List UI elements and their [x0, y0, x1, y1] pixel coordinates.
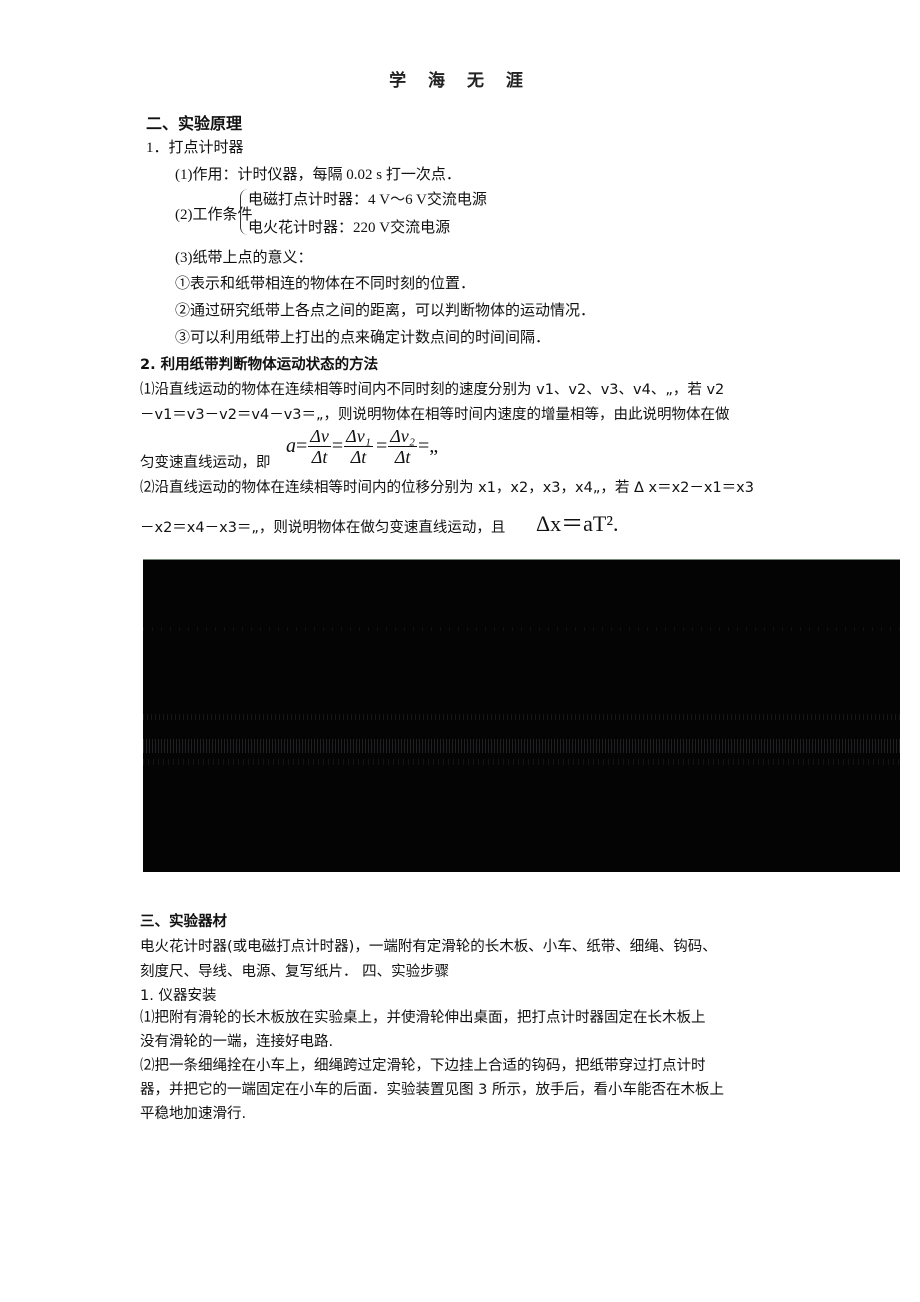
- subheading-installation: 1. 仪器安装: [140, 988, 217, 1004]
- section-heading-equipment: 三、实验器材: [140, 914, 227, 930]
- condition-item: 电火花计时器：220 V交流电源: [248, 220, 451, 236]
- subheading-timer: 1．打点计时器: [146, 140, 244, 156]
- image-noise-band: [143, 759, 900, 765]
- fraction-numerator: Δv: [308, 426, 331, 447]
- condition-item: 电磁打点计时器：4 V～6 V交流电源: [248, 192, 487, 208]
- subheading-method: 2. 利用纸带判断物体运动状态的方法: [140, 357, 379, 373]
- image-noise-band: [143, 627, 900, 631]
- acceleration-formula: a= Δv Δt = Δv₁ Δt = Δv₂ Δt =„: [286, 426, 438, 467]
- equals-sign: =: [375, 435, 388, 457]
- paragraph-line: －v1＝v3－v2＝v4－v3＝„，则说明物体在相等时间内速度的增量相等，由此说…: [140, 407, 730, 423]
- fraction: Δv₂ Δt: [388, 426, 418, 467]
- formula-tail: =„: [418, 435, 439, 457]
- tape-meaning-item: ②通过研究纸带上各点之间的距离，可以判断物体的运动情况．: [175, 303, 596, 319]
- fraction: Δv₁ Δt: [344, 426, 373, 467]
- paragraph-line: ⑵沿直线运动的物体在连续相等时间内的位移分别为 x1，x2，x3，x4„，若 Δ…: [140, 480, 754, 496]
- fraction-numerator: Δv₁: [344, 426, 373, 447]
- fraction-denominator: Δt: [394, 447, 411, 467]
- paragraph-line: ⑴沿直线运动的物体在连续相等时间内不同时刻的速度分别为 v1、v2、v3、v4、…: [140, 382, 725, 398]
- fraction-denominator: Δt: [311, 447, 328, 467]
- fraction: Δv Δt: [308, 426, 331, 467]
- paragraph-line: －x2＝x4－x3＝„，则说明物体在做匀变速直线运动，且: [140, 520, 506, 536]
- embedded-figure-image: [143, 559, 900, 872]
- fraction-denominator: Δt: [350, 447, 367, 467]
- equals-sign: =: [296, 435, 308, 457]
- section-heading-principle: 二、实验原理: [146, 116, 243, 133]
- equals-sign: =: [331, 435, 344, 457]
- displacement-formula: Δx＝aT².: [536, 511, 619, 536]
- image-noise-band: [143, 739, 900, 753]
- tape-meaning-item: ①表示和纸带相连的物体在不同时刻的位置．: [175, 276, 476, 292]
- paragraph-line: 电火花计时器(或电磁打点计时器)，一端附有定滑轮的长木板、小车、纸带、细绳、钩码…: [140, 939, 717, 955]
- timer-function-line: (1)作用：计时仪器，每隔 0.02 s 打一次点．: [175, 167, 461, 183]
- page-header-title: 学 海 无 涯: [389, 71, 531, 91]
- tape-meaning-item: ③可以利用纸带上打出的点来确定计数点间的时间间隔．: [175, 330, 551, 346]
- formula-lhs: a: [286, 435, 296, 457]
- paragraph-line: ⑵把一条细绳拴在小车上，细绳跨过定滑轮，下边挂上合适的钩码，把纸带穿过打点计时: [140, 1058, 706, 1074]
- paragraph-line: ⑴把附有滑轮的长木板放在实验桌上，并使滑轮伸出桌面，把打点计时器固定在长木板上: [140, 1010, 706, 1026]
- fraction-numerator: Δv₂: [388, 426, 418, 447]
- paragraph-line: 没有滑轮的一端，连接好电路.: [140, 1034, 334, 1050]
- paragraph-line: 匀变速直线运动，即: [140, 455, 271, 471]
- paragraph-line: 器，并把它的一端固定在小车的后面．实验装置见图 3 所示，放手后，看小车能否在木…: [140, 1082, 724, 1098]
- image-noise-band: [143, 714, 900, 720]
- tape-meaning-title: (3)纸带上点的意义：: [175, 250, 313, 266]
- paragraph-line: 平稳地加速滑行.: [140, 1106, 247, 1122]
- paragraph-line: 刻度尺、导线、电源、复写纸片． 四、实验步骤: [140, 964, 450, 980]
- image-top-border: [143, 559, 900, 560]
